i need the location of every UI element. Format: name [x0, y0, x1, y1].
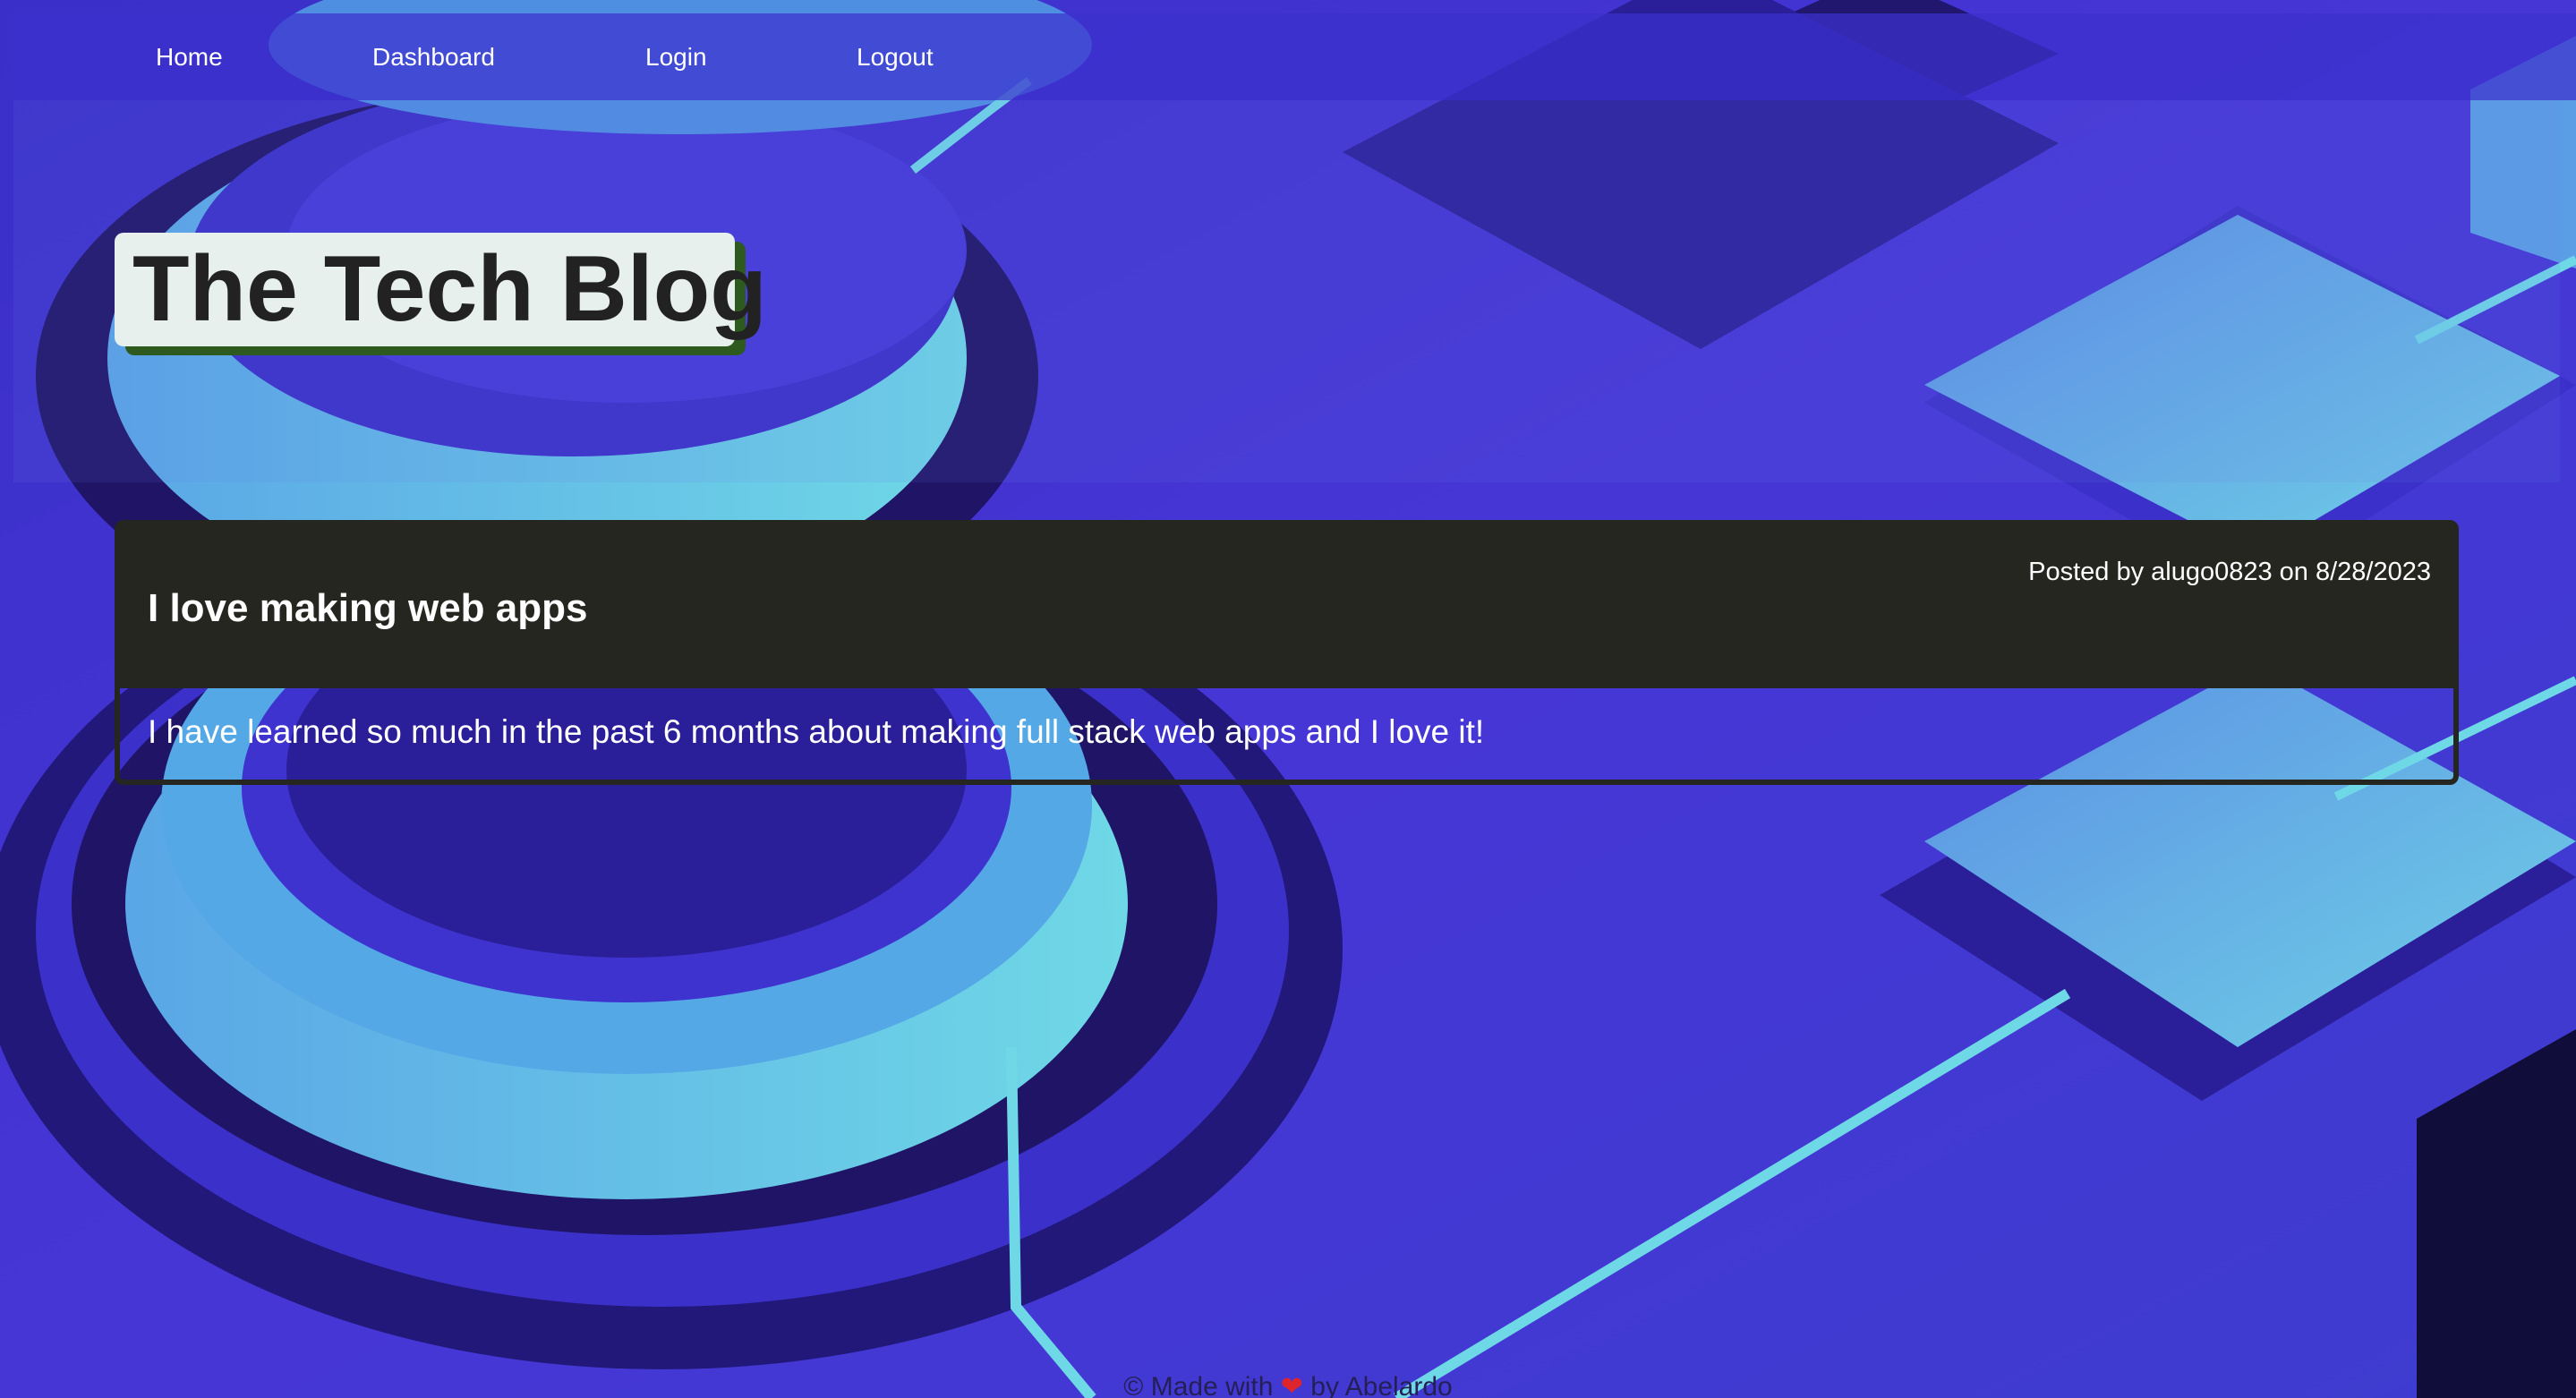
- nav-dashboard-link[interactable]: Dashboard: [372, 13, 495, 100]
- nav-logout-link[interactable]: Logout: [857, 13, 934, 100]
- footer-prefix: © Made with: [1123, 1372, 1274, 1398]
- site-header: The Tech Blog: [13, 100, 2560, 482]
- heart-icon: ❤: [1280, 1372, 1303, 1398]
- nav-login-link[interactable]: Login: [645, 13, 707, 100]
- post-card[interactable]: I love making web apps Posted by alugo08…: [115, 520, 2459, 785]
- site-title-box: The Tech Blog: [115, 233, 767, 346]
- footer-suffix: by Abelardo: [1310, 1372, 1453, 1398]
- post-meta: Posted by alugo0823 on 8/28/2023: [2028, 558, 2431, 586]
- nav-home-link[interactable]: Home: [156, 13, 223, 100]
- page-footer: © Made with ❤ by Abelardo: [0, 1371, 2576, 1398]
- site-title: The Tech Blog: [132, 237, 767, 341]
- top-navbar: Home Dashboard Login Logout: [13, 13, 2576, 100]
- post-body: I have learned so much in the past 6 mon…: [148, 713, 1485, 750]
- post-title: I love making web apps: [148, 586, 588, 630]
- post-card-header: I love making web apps Posted by alugo08…: [120, 525, 2453, 688]
